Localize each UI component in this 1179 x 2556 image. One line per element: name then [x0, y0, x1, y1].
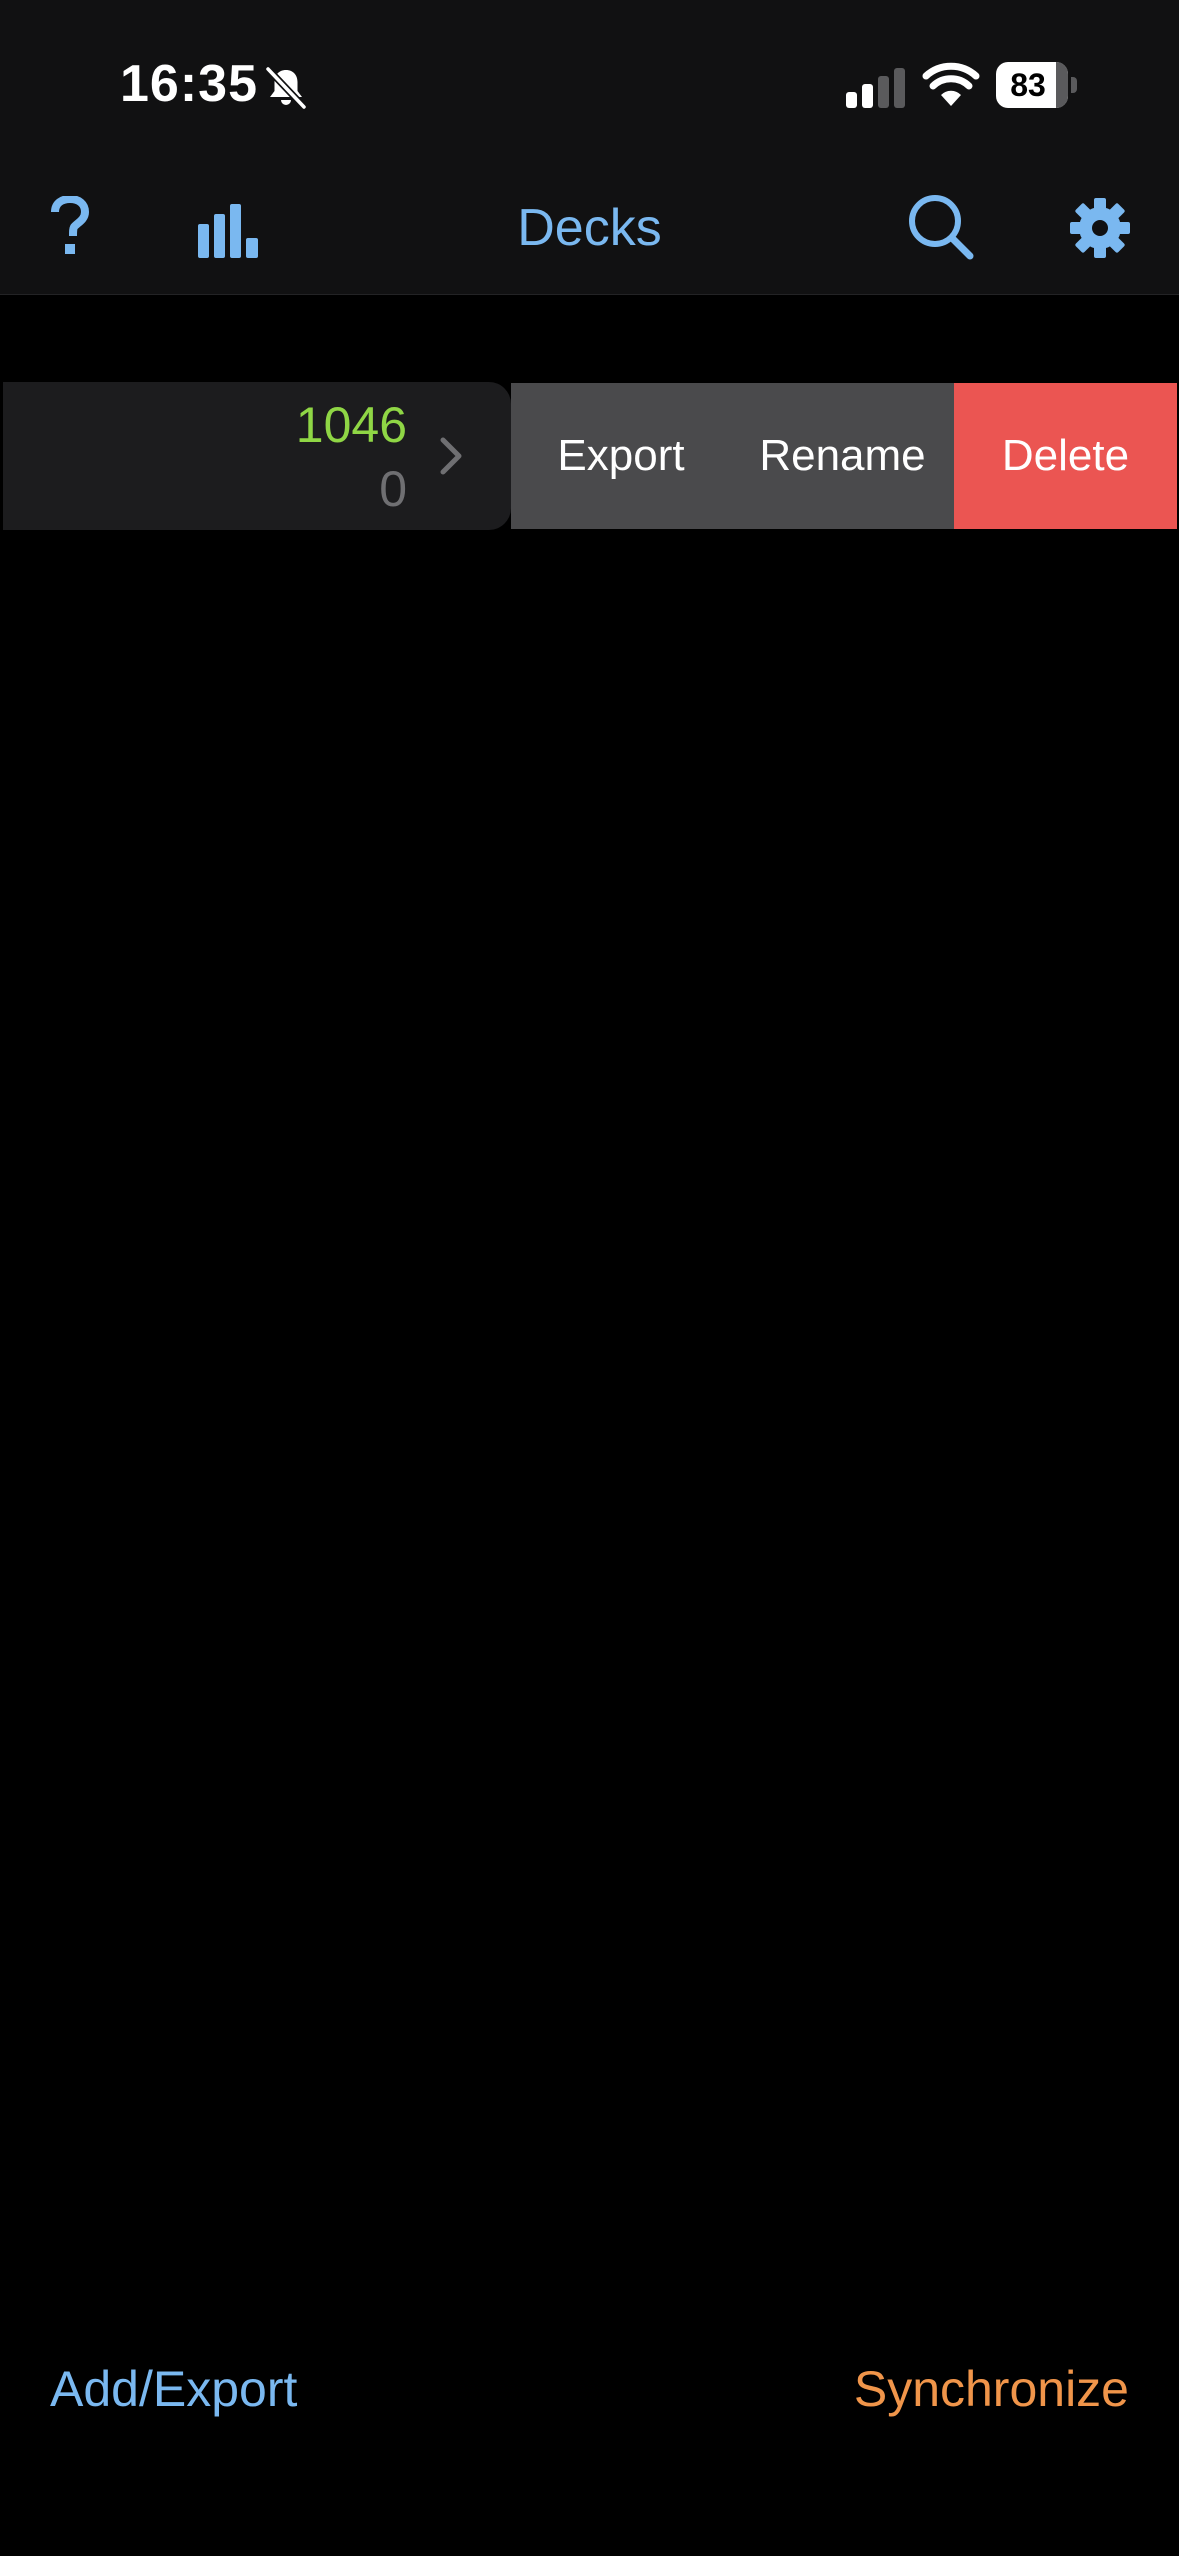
delete-button[interactable]: Delete [954, 383, 1177, 529]
wifi-icon [922, 62, 980, 106]
battery-level: 83 [1010, 67, 1046, 103]
due-count: 1046 [295, 397, 407, 453]
export-button[interactable]: Export [511, 383, 731, 529]
battery-icon: 83 [996, 62, 1080, 110]
navigation-bar: Decks [0, 160, 1179, 295]
page-title: Decks [517, 199, 662, 257]
search-icon[interactable] [908, 194, 974, 260]
synchronize-button[interactable]: Synchronize [854, 2360, 1129, 2418]
add-export-button[interactable]: Add/Export [50, 2360, 297, 2418]
cellular-signal-icon [846, 68, 905, 108]
status-bar: 16:35 83 [0, 0, 1179, 160]
bell-slash-icon [264, 65, 308, 111]
rename-button[interactable]: Rename [731, 383, 954, 529]
deck-row[interactable]: 1046 0 [3, 382, 511, 530]
new-count: 0 [379, 461, 407, 517]
status-time: 16:35 [120, 55, 258, 113]
settings-icon[interactable] [1070, 198, 1130, 258]
chevron-right-icon [440, 437, 462, 475]
